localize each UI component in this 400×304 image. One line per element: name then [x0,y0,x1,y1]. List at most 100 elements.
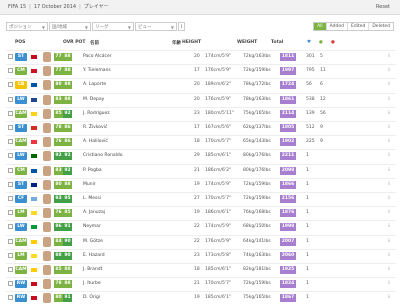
info-icon[interactable]: i [386,196,392,202]
tab-all[interactable]: All [314,23,326,30]
heart-icon[interactable]: ♥ [307,40,311,45]
table-row[interactable]: CAM 76 86 A. Halilović 18 170cm/5'7" 65kg/143l… [6,135,396,148]
player-name[interactable]: A. Januzaj [83,207,105,219]
breadcrumb-section[interactable]: プレイヤー [84,4,109,10]
info-icon[interactable]: i [386,97,392,103]
info-icon[interactable]: i [386,68,392,74]
row-checkbox[interactable] [8,54,13,59]
view-dropdown[interactable]: ビュー ▼ [135,22,177,31]
tab-deleted[interactable]: Deleted [368,23,393,30]
row-checkbox[interactable] [8,267,13,272]
table-row[interactable]: LM 76 85 A. Januzaj 19 186cm/6'1" 76kg/168lbs 1… [6,206,396,219]
player-name[interactable]: M. Götze [83,236,103,248]
table-row[interactable]: RW 80 91 D. Origi 19 185cm/6'1" 75kg/165lbs 186… [6,291,396,304]
row-checkbox[interactable] [8,110,13,116]
table-row[interactable]: CB 80 88 A. Laporte 20 189cm/6'2" 78kg/172lbs 1… [6,78,396,91]
reset-button[interactable]: Reset [374,3,392,11]
info-icon[interactable]: i [386,125,392,131]
info-icon[interactable]: i [386,82,392,88]
row-checkbox[interactable] [8,252,13,258]
table-row[interactable]: CAM 84 90 M. Götze 22 176cm/5'9" 64kg/141lbs 20… [6,234,396,248]
table-row[interactable]: ST 78 86 R. Živković 17 167cm/5'6" 62kg/137lbs… [6,121,396,134]
col-age[interactable]: 年齢 [172,40,181,46]
player-name[interactable]: P. Pogba [83,165,102,177]
table-row[interactable]: ST 80 88 Munir 19 174cm/5'9" 72kg/159lbs 1866 1 i [6,177,396,191]
player-name[interactable]: E. Hazard [83,250,105,262]
player-name[interactable]: Cristiano Ronaldo [83,150,123,162]
player-name[interactable]: A. Laporte [83,79,106,91]
row-checkbox[interactable] [8,82,13,88]
table-row[interactable]: CAM 85 92 J. Rodríguez 23 180cm/5'11" 75kg/165… [6,106,396,120]
player-name[interactable]: Munir [83,179,96,191]
league-dropdown[interactable]: リーグ ▼ [92,22,134,31]
col-height[interactable]: HEIGHT [182,40,201,45]
info-icon[interactable]: i [386,153,392,159]
row-checkbox[interactable] [8,167,13,173]
player-name[interactable]: M. Depay [83,94,104,106]
table-row[interactable]: LM 88 90 E. Hazard 23 173cm/5'8" 74kg/163lbs 20… [6,248,396,262]
row-checkbox[interactable] [8,153,13,159]
thumbs-down-icon[interactable]: ● [331,40,335,45]
info-icon[interactable]: i [386,295,392,301]
col-ovr-pot[interactable]: OVR POT [63,40,85,45]
total-stat: 2156 [280,195,296,203]
info-icon[interactable]: i [386,182,392,188]
breadcrumb-date[interactable]: 17 October 2014 [34,4,76,10]
player-age: 17 [194,68,200,74]
row-checkbox[interactable] [8,181,13,187]
player-name[interactable]: Paco Alcácer [83,51,112,63]
player-name[interactable]: A. Halilović [83,136,108,148]
table-row[interactable]: LW 86 91 Neymar 22 174cm/5'9" 68kg/150lbs 1998 1… [6,220,396,233]
row-checkbox[interactable] [8,281,13,287]
thumbs-up-icon[interactable]: ● [319,40,323,45]
likes-count: 512 [306,125,315,130]
info-icon[interactable]: i [386,139,392,145]
player-name[interactable]: J. Rodríguez [83,108,110,120]
row-checkbox[interactable] [8,224,13,230]
table-row[interactable]: ST 77 88 Paco Alcácer 20 174cm/5'9" 72kg/163lb… [6,50,396,63]
info-icon[interactable]: i [386,168,392,174]
tab-edited[interactable]: Edited [347,23,368,30]
row-checkbox[interactable] [8,96,13,102]
info-icon[interactable]: i [386,253,392,259]
table-row[interactable]: CM 83 92 P. Pogba 21 186cm/6'2" 80kg/176lbs 209… [6,163,396,177]
breadcrumb-game[interactable]: FIFA 15 [8,4,26,10]
table-row[interactable]: LW 92 92 Cristiano Ronaldo 29 185cm/6'1" 80kg/… [6,149,396,162]
nation-dropdown[interactable]: 国/地域 ▼ [49,22,91,31]
info-icon[interactable]: i [386,54,392,60]
tab-added[interactable]: Added [325,23,347,30]
info-button[interactable]: i [178,22,185,31]
row-checkbox[interactable] [8,210,13,216]
info-icon[interactable]: i [386,281,392,287]
col-weight[interactable]: WEIGHT [237,40,257,45]
row-checkbox[interactable] [8,68,13,74]
position-dropdown[interactable]: ポジション ▼ [6,22,48,31]
player-name[interactable]: R. Živković [83,122,107,134]
table-row[interactable]: LW 83 88 M. Depay 20 176cm/5'9" 78kg/163lbs 186… [6,92,396,106]
row-checkbox[interactable] [8,125,13,130]
table-row[interactable]: CF 93 95 L. Messi 27 170cm/5'7" 72kg/159lbs 215… [6,192,396,205]
player-name[interactable]: J. Iturbe [83,278,101,290]
info-icon[interactable]: i [386,224,392,230]
player-name[interactable]: Neymar [83,221,101,233]
table-row[interactable]: CM 77 88 Y. Tielemans 17 176cm/5'9" 72kg/159lb… [6,64,396,77]
info-icon[interactable]: i [386,210,392,216]
col-pos[interactable]: POS [15,40,25,45]
table-row[interactable]: CAM 85 88 J. Brandt 18 185cm/6'1" 82kg/181lbs 1… [6,263,396,276]
row-checkbox[interactable] [8,196,13,201]
col-name[interactable]: 名前 [90,40,99,46]
ovr-rating: 85 [54,109,63,118]
info-icon[interactable]: i [386,111,392,117]
player-name[interactable]: Y. Tielemans [83,65,111,77]
likes-count: 1 [306,224,309,230]
info-icon[interactable]: i [386,267,392,273]
info-icon[interactable]: i [386,239,392,245]
col-total[interactable]: Total [271,40,283,45]
row-checkbox[interactable] [8,139,13,145]
rating-count: 12 [320,96,326,102]
player-name[interactable]: D. Origi [83,292,100,304]
player-name[interactable]: J. Brandt [83,264,102,276]
player-name[interactable]: L. Messi [83,193,101,205]
row-checkbox[interactable] [8,238,13,244]
table-row[interactable]: RW 78 88 J. Iturbe 21 170cm/5'7" 72kg/159lbs 18… [6,277,396,290]
